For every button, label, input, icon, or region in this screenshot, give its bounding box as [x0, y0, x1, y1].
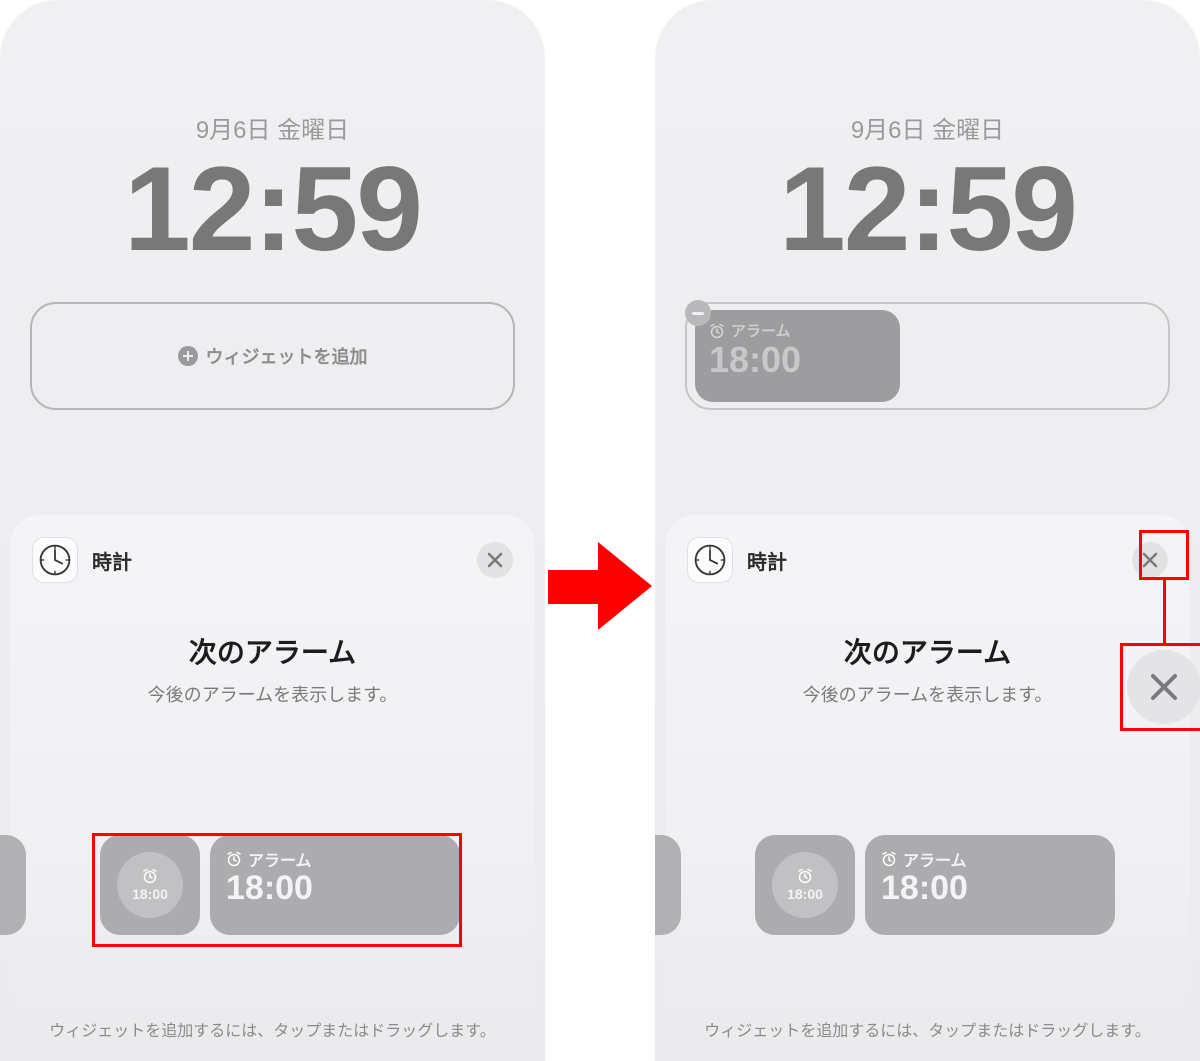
widget-option-small[interactable]: 18:00 [100, 835, 200, 935]
sheet-footer: ウィジェットを追加するには、タップまたはドラッグします。 [665, 1017, 1190, 1041]
widget-large-label: アラーム [903, 847, 967, 871]
plus-circle-icon [178, 346, 198, 366]
annotation-arrow-icon [548, 542, 652, 630]
alarm-icon [142, 868, 158, 884]
sheet-heading: 次のアラーム [10, 631, 535, 671]
phone-screenshot-before: 9月6日 金曜日 12:59 ウィジェットを追加 時計 次のアラーム 今後のアラ… [0, 0, 545, 1061]
close-button[interactable] [477, 542, 513, 578]
placed-widget-time: 18:00 [709, 339, 886, 381]
close-button-zoom [1127, 650, 1200, 724]
widget-option-small[interactable]: 18:00 [755, 835, 855, 935]
widget-options-row: 18:00 アラーム 18:00 [665, 825, 1190, 945]
widget-large-time: 18:00 [881, 869, 1099, 908]
widget-option-peek[interactable] [0, 835, 26, 935]
widget-large-time: 18:00 [226, 869, 444, 908]
annotation-connector [1163, 580, 1166, 644]
widget-option-large[interactable]: アラーム 18:00 [865, 835, 1115, 935]
alarm-icon [797, 868, 813, 884]
sheet-app-name: 時計 [747, 546, 787, 575]
widget-option-peek[interactable] [655, 835, 681, 935]
close-icon [487, 552, 503, 568]
sheet-footer: ウィジェットを追加するには、タップまたはドラッグします。 [10, 1017, 535, 1041]
sheet-subheading: 今後のアラームを表示します。 [10, 681, 535, 707]
lockscreen-time: 12:59 [655, 140, 1200, 278]
widget-small-time: 18:00 [132, 886, 168, 902]
widget-option-large[interactable]: アラーム 18:00 [210, 835, 460, 935]
alarm-icon [881, 851, 897, 867]
sheet-app-name: 時計 [92, 546, 132, 575]
sheet-subheading: 今後のアラームを表示します。 [665, 681, 1190, 707]
close-icon [1147, 670, 1181, 704]
lockscreen-time: 12:59 [0, 140, 545, 278]
remove-widget-button[interactable] [685, 300, 711, 326]
phone-screenshot-after: 9月6日 金曜日 12:59 アラーム 18:00 時計 [655, 0, 1200, 1061]
alarm-icon [709, 323, 725, 339]
add-widget-label: ウィジェットを追加 [206, 343, 368, 369]
close-button[interactable] [1132, 542, 1168, 578]
clock-app-icon [32, 537, 78, 583]
close-icon [1142, 552, 1158, 568]
placed-widget-label: アラーム [731, 320, 791, 341]
widget-picker-sheet: 時計 次のアラーム 今後のアラームを表示します。 18:00 [10, 515, 535, 1061]
sheet-heading: 次のアラーム [665, 631, 1190, 671]
widget-slot-filled[interactable]: アラーム 18:00 [685, 302, 1170, 410]
alarm-icon [226, 851, 242, 867]
clock-app-icon [687, 537, 733, 583]
add-widget-slot[interactable]: ウィジェットを追加 [30, 302, 515, 410]
placed-alarm-widget[interactable]: アラーム 18:00 [695, 310, 900, 402]
widget-options-row: 18:00 アラーム 18:00 [10, 825, 535, 945]
widget-large-label: アラーム [248, 847, 312, 871]
widget-picker-sheet: 時計 次のアラーム 今後のアラームを表示します。 18:00 [665, 515, 1190, 1061]
widget-small-time: 18:00 [787, 886, 823, 902]
